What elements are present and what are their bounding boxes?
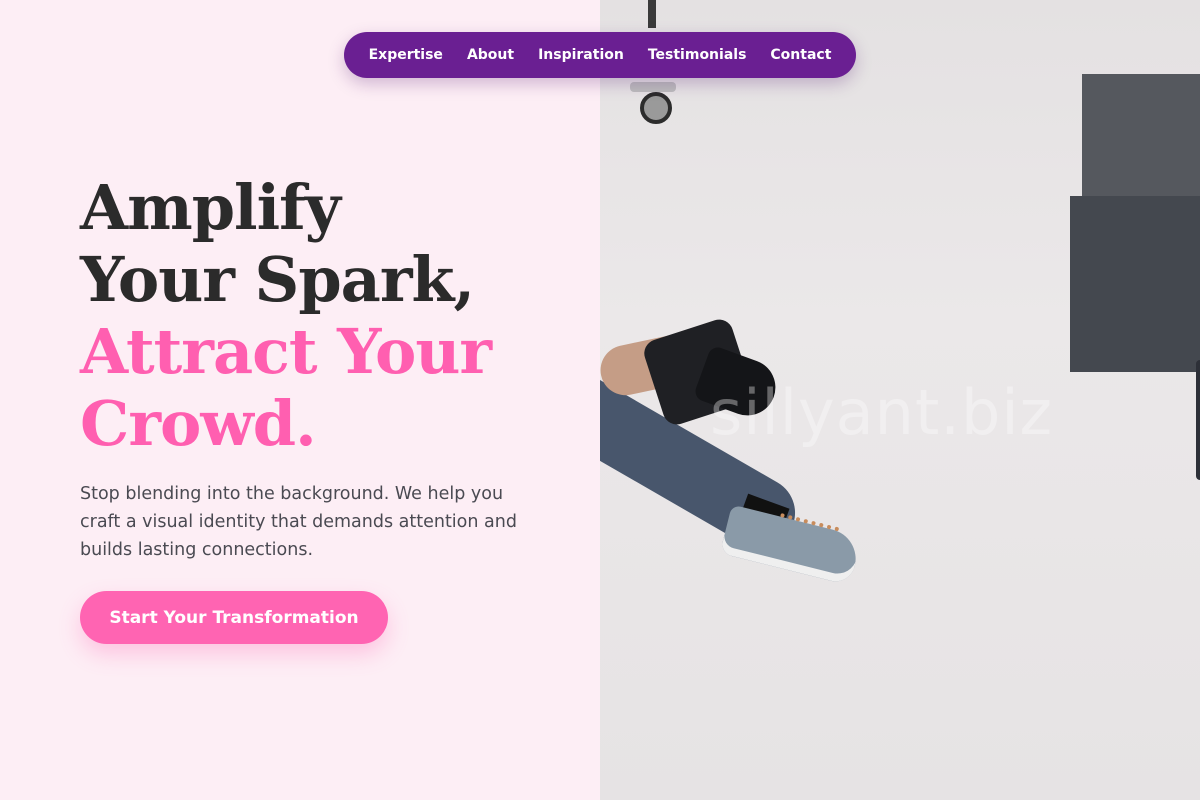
headline-accent-line-2: Crowd. — [80, 387, 317, 460]
hero-photo: sillyant.biz — [600, 0, 1200, 800]
hero-subtext: Stop blending into the background. We he… — [80, 484, 517, 560]
photo-watermark: sillyant.biz — [710, 376, 1054, 449]
hero-headline: Amplify Your Spark, Attract Your Crowd. — [80, 172, 580, 460]
light-stand-base — [630, 82, 676, 92]
headline-line-1: Amplify — [80, 171, 341, 244]
nav-item-about[interactable]: About — [467, 47, 514, 63]
nav-item-inspiration[interactable]: Inspiration — [538, 47, 624, 63]
studio-box-top — [1082, 74, 1200, 198]
hero-text-panel: Amplify Your Spark, Attract Your Crowd. … — [0, 0, 600, 800]
headline-accent-line-1: Attract Your — [80, 315, 492, 388]
start-transformation-button[interactable]: Start Your Transformation — [80, 591, 388, 644]
light-stand-pole — [648, 0, 656, 28]
headline-line-2: Your Spark, — [80, 243, 475, 316]
nav-item-expertise[interactable]: Expertise — [369, 47, 443, 63]
main-nav: Expertise About Inspiration Testimonials… — [344, 32, 856, 78]
studio-box-front — [1070, 196, 1200, 372]
light-stand-wheel — [640, 92, 672, 124]
nav-item-contact[interactable]: Contact — [770, 47, 831, 63]
tripod-leg — [1196, 360, 1200, 480]
nav-item-testimonials[interactable]: Testimonials — [648, 47, 747, 63]
